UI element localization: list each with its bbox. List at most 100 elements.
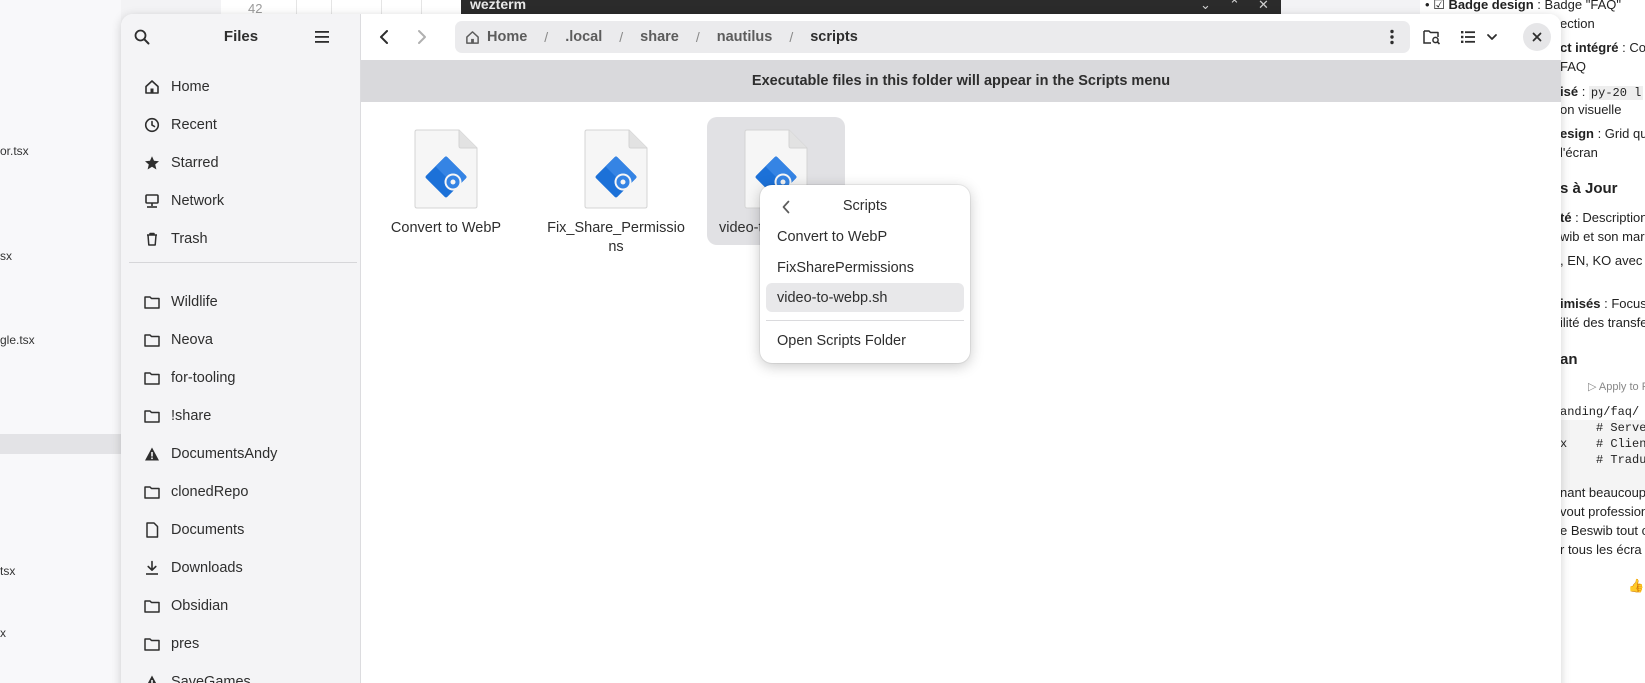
- bg-text: : Grid qui: [1593, 126, 1645, 141]
- places-list: Home Recent Starred Network Trash: [129, 68, 355, 258]
- sidebar-item-documentsandy[interactable]: DocumentsAndy: [129, 435, 355, 473]
- sidebar-item-recent[interactable]: Recent: [129, 106, 355, 144]
- close-window-button[interactable]: [1523, 23, 1551, 51]
- view-options-group: [1455, 22, 1507, 52]
- bg-text: esign: [1560, 126, 1594, 141]
- background-file-label: tsx: [0, 564, 16, 578]
- bg-text: wib et son mar: [1560, 229, 1645, 244]
- terminal-maximize-icon[interactable]: ⌃: [1229, 0, 1240, 13]
- folder-icon: [143, 331, 161, 349]
- bg-inline-code: py-20 l: [1588, 86, 1644, 100]
- warning-icon: [143, 445, 161, 463]
- sidebar-item-label: clonedRepo: [171, 484, 249, 500]
- file-item-fix-share-permissions[interactable]: Fix_Share_Permissions: [547, 117, 685, 255]
- sidebar-item-label: Documents: [171, 522, 245, 538]
- sidebar-item-pres[interactable]: pres: [129, 625, 355, 663]
- bg-text: isé: [1560, 84, 1579, 99]
- folder-search-icon: [1423, 30, 1441, 45]
- scripts-submenu: Scripts Convert to WebP FixSharePermissi…: [760, 185, 970, 363]
- menu-item-video-to-webp[interactable]: video-to-webp.sh: [766, 283, 964, 312]
- bg-text: :: [1578, 84, 1589, 99]
- sidebar-item-home[interactable]: Home: [129, 68, 355, 106]
- sidebar-item-trash[interactable]: Trash: [129, 220, 355, 258]
- bg-text: : Co: [1618, 40, 1645, 55]
- view-options-dropdown[interactable]: [1481, 22, 1503, 52]
- forward-button[interactable]: [407, 22, 437, 52]
- breadcrumb-nautilus[interactable]: nautilus: [717, 29, 773, 45]
- bg-text: té: [1560, 210, 1572, 225]
- sidebar-item-starred[interactable]: Starred: [129, 144, 355, 182]
- list-view-icon: [1461, 31, 1475, 43]
- menu-item-open-scripts-folder[interactable]: Open Scripts Folder: [766, 326, 964, 355]
- sidebar-item-savegames[interactable]: SaveGames: [129, 663, 355, 683]
- file-item-convert-to-webp[interactable]: Convert to WebP: [377, 117, 515, 245]
- breadcrumb-scripts[interactable]: scripts: [810, 29, 858, 45]
- terminal-close-icon[interactable]: ✕: [1258, 0, 1269, 13]
- sidebar-item-label: Neova: [171, 332, 213, 348]
- bg-apply-button[interactable]: ▷ Apply to F: [1588, 380, 1645, 393]
- sidebar-separator: [129, 262, 357, 263]
- bg-text: vout profession: [1560, 504, 1645, 519]
- submenu-header: Scripts: [760, 195, 970, 219]
- script-file-icon: [413, 129, 479, 209]
- bg-text: , EN, KO avec c: [1560, 253, 1645, 268]
- folder-menu-button[interactable]: [1382, 27, 1402, 47]
- bg-code-line: x # Clien: [1560, 437, 1645, 451]
- sidebar-item-label: Starred: [171, 155, 219, 171]
- bg-code-line: # Tradu: [1560, 453, 1645, 467]
- search-in-folder-button[interactable]: [1417, 22, 1447, 52]
- back-button[interactable]: [369, 22, 399, 52]
- sidebar-item-label: for-tooling: [171, 370, 236, 386]
- breadcrumb-home[interactable]: Home: [465, 29, 527, 45]
- breadcrumb-local[interactable]: .local: [565, 29, 602, 45]
- sidebar-item-label: Wildlife: [171, 294, 218, 310]
- list-view-button[interactable]: [1455, 22, 1481, 52]
- sidebar-item-label: Downloads: [171, 560, 243, 576]
- sidebar-item-neova[interactable]: Neova: [129, 321, 355, 359]
- menu-item-convert-to-webp[interactable]: Convert to WebP: [766, 222, 964, 251]
- thumbs-up-icon[interactable]: 👍: [1628, 578, 1644, 594]
- trash-icon: [143, 230, 161, 248]
- sidebar-item-obsidian[interactable]: Obsidian: [129, 587, 355, 625]
- background-selected-row: [0, 434, 121, 454]
- sidebar-item-documents[interactable]: Documents: [129, 511, 355, 549]
- sidebar-header: Files: [121, 14, 361, 60]
- sidebar-item-for-tooling[interactable]: for-tooling: [129, 359, 355, 397]
- bg-text: ection: [1560, 16, 1595, 31]
- menu-item-fix-share-permissions[interactable]: FixSharePermissions: [766, 253, 964, 282]
- breadcrumb-separator: /: [695, 29, 700, 45]
- header-bar: Home / .local / share / nautilus / scrip…: [361, 14, 1561, 60]
- chevron-right-icon: [418, 30, 426, 44]
- path-bar[interactable]: Home / .local / share / nautilus / scrip…: [455, 21, 1410, 53]
- sidebar-item-label: SaveGames: [171, 674, 251, 683]
- menu-separator: [766, 320, 964, 321]
- background-file-label: or.tsx: [0, 144, 29, 158]
- sidebar-item-share[interactable]: !share: [129, 397, 355, 435]
- bg-text: l'écran: [1560, 145, 1598, 160]
- document-icon: [143, 521, 161, 539]
- bg-text: ct intégré: [1560, 40, 1619, 55]
- background-file-label: x: [0, 626, 6, 640]
- sidebar-item-clonedrepo[interactable]: clonedRepo: [129, 473, 355, 511]
- sidebar-item-label: Home: [171, 79, 210, 95]
- sidebar-item-label: Obsidian: [171, 598, 229, 614]
- file-name: Fix_Share_Permissions: [547, 220, 685, 255]
- background-file-label: sx: [0, 249, 12, 263]
- folder-icon: [143, 635, 161, 653]
- terminal-dropdown-icon[interactable]: ⌄: [1200, 0, 1211, 13]
- breadcrumb-separator: /: [789, 29, 794, 45]
- sidebar-item-downloads[interactable]: Downloads: [129, 549, 355, 587]
- vertical-dots-icon: [1390, 29, 1394, 45]
- warning-icon: [143, 673, 161, 683]
- bg-text: : Description: [1571, 210, 1645, 225]
- star-icon: [143, 154, 161, 172]
- sidebar-item-wildlife[interactable]: Wildlife: [129, 283, 355, 321]
- bg-text: ilité des transfe: [1560, 315, 1645, 330]
- folder-icon: [143, 407, 161, 425]
- sidebar-item-network[interactable]: Network: [129, 182, 355, 220]
- folder-icon: [143, 597, 161, 615]
- bg-text: e Beswib tout c: [1560, 523, 1645, 538]
- breadcrumb-share[interactable]: share: [640, 29, 679, 45]
- main-menu-button[interactable]: [307, 22, 337, 52]
- background-editor-panel: or.tsx sx gle.tsx tsx x: [0, 0, 121, 683]
